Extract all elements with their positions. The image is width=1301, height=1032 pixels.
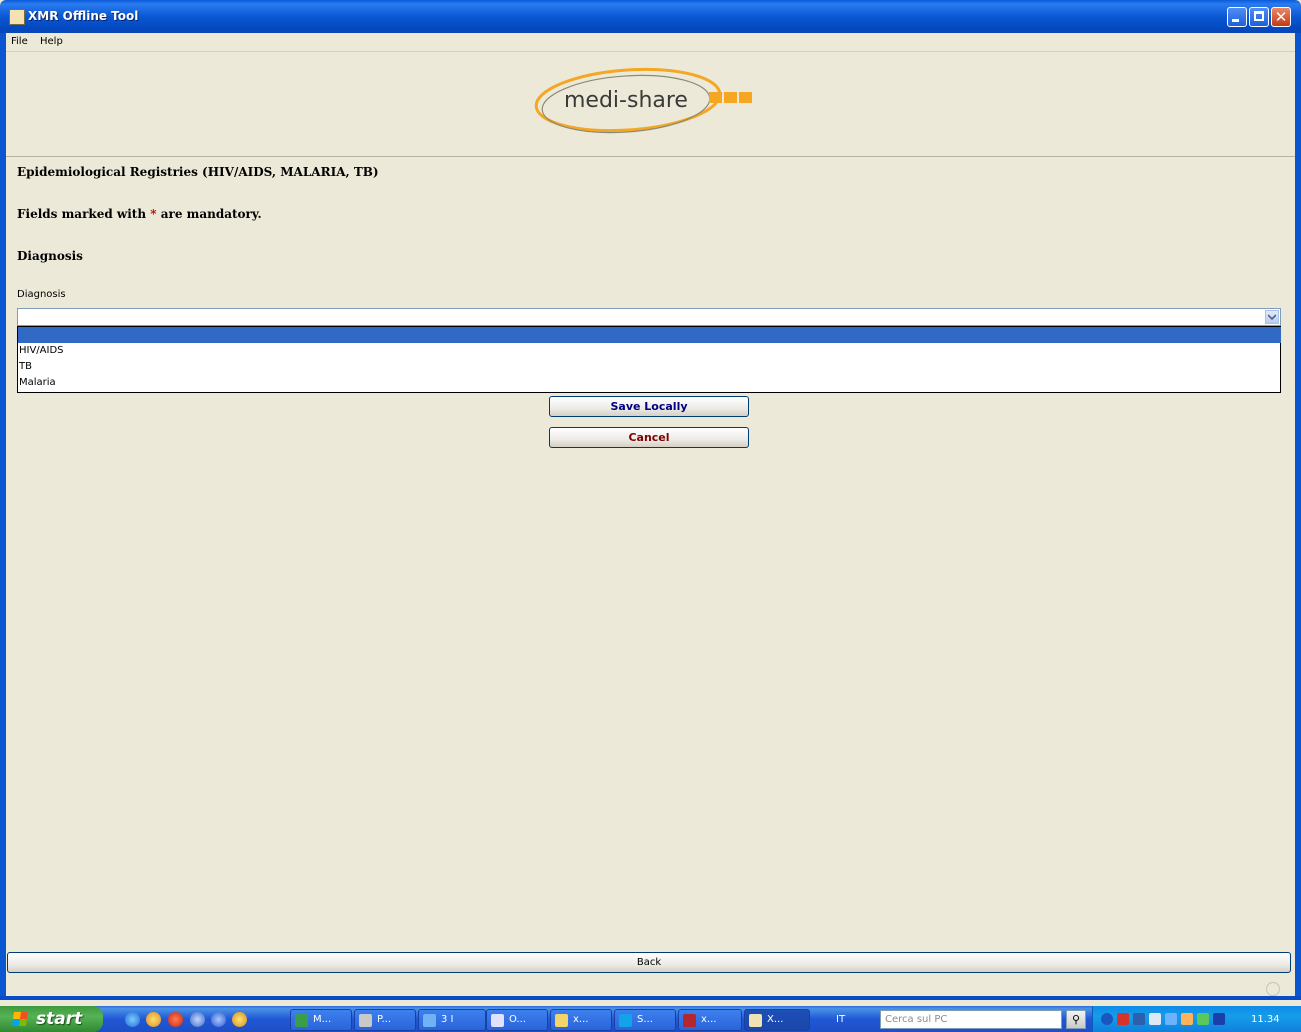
minimize-icon (1232, 19, 1239, 22)
menu-bar: File Help (6, 33, 1295, 52)
window-frame-bottom (0, 996, 1301, 1000)
required-star: * (150, 207, 157, 221)
option-hiv-aids[interactable]: HIV/AIDS (18, 343, 1281, 359)
media-player-icon[interactable] (232, 1012, 247, 1027)
mandatory-prefix: Fields marked with (17, 207, 147, 221)
diagnosis-label: Diagnosis (17, 289, 66, 300)
taskbar-item-7[interactable]: x... (678, 1009, 742, 1031)
option-tb[interactable]: TB (18, 359, 1281, 375)
taskbar-item-3[interactable]: 3 I (418, 1009, 486, 1031)
language-indicator[interactable]: IT (836, 1014, 845, 1025)
desktop-search-input[interactable]: Cerca sul PC (880, 1010, 1062, 1029)
logo-text: medi-share (564, 88, 688, 113)
form-panel: Epidemiological Registries (HIV/AIDS, MA… (6, 157, 1295, 949)
outlook-icon (491, 1014, 504, 1027)
security-icon[interactable] (1197, 1013, 1209, 1025)
ie-window-icon (423, 1014, 436, 1027)
maximize-icon (1254, 11, 1264, 21)
java-app-icon (9, 9, 25, 25)
folder-icon (555, 1014, 568, 1027)
start-label: start (36, 1009, 83, 1029)
tray-icon[interactable] (1117, 1013, 1129, 1025)
medi-share-logo: medi-share (534, 67, 752, 134)
windows-logo-icon (12, 1012, 28, 1026)
taskbar-item-4[interactable]: O... (486, 1009, 548, 1031)
close-button[interactable]: ✕ (1271, 7, 1291, 27)
skype-icon (619, 1014, 632, 1027)
taskbar-item-8-active[interactable]: X... (744, 1009, 810, 1031)
tray-icon[interactable] (1165, 1013, 1177, 1025)
window-title-bar[interactable]: XMR Offline Tool ✕ (0, 0, 1301, 33)
form-heading: Epidemiological Registries (HIV/AIDS, MA… (17, 165, 379, 179)
close-icon: ✕ (1274, 8, 1288, 26)
option-empty[interactable] (18, 327, 1281, 343)
minimize-button[interactable] (1227, 7, 1247, 27)
tray-icon[interactable] (1181, 1013, 1193, 1025)
window-title: XMR Offline Tool (28, 9, 139, 23)
volume-icon[interactable] (1149, 1013, 1161, 1025)
search-icon[interactable]: ⚲ (1066, 1010, 1086, 1029)
back-button[interactable]: Back (7, 952, 1291, 973)
status-area (6, 974, 1295, 996)
taskbar-item-6[interactable]: S... (614, 1009, 676, 1031)
java-app-icon (749, 1014, 762, 1027)
option-malaria[interactable]: Malaria (18, 375, 1281, 391)
menu-help[interactable]: Help (40, 36, 63, 47)
firefox-icon[interactable] (190, 1012, 205, 1027)
acrobat-icon[interactable] (168, 1012, 183, 1027)
bluetooth-icon[interactable] (1213, 1013, 1225, 1025)
section-title-diagnosis: Diagnosis (17, 249, 83, 263)
app-icon (295, 1014, 308, 1027)
diagnosis-dropdown-list: HIV/AIDS TB Malaria (17, 326, 1281, 393)
taskbar-item-1[interactable]: M... (290, 1009, 352, 1031)
app-icon (359, 1014, 372, 1027)
chevron-down-icon (1268, 314, 1276, 320)
help-icon[interactable] (211, 1012, 226, 1027)
window-frame-right (1295, 33, 1301, 998)
archive-icon (683, 1014, 696, 1027)
mandatory-suffix: are mandatory. (160, 207, 262, 221)
maximize-button[interactable] (1249, 7, 1269, 27)
start-button[interactable]: start (0, 1006, 103, 1032)
busy-indicator-icon (1266, 982, 1280, 996)
ie-icon[interactable] (125, 1012, 140, 1027)
diagnosis-select[interactable] (17, 308, 1281, 326)
menu-file[interactable]: File (11, 36, 28, 47)
save-locally-button[interactable]: Save Locally (549, 396, 749, 417)
cancel-button[interactable]: Cancel (549, 427, 749, 448)
mandatory-note: Fields marked with * are mandatory. (17, 207, 262, 221)
chrome-icon[interactable] (146, 1012, 161, 1027)
taskbar-item-5[interactable]: x... (550, 1009, 612, 1031)
dropdown-arrow-button[interactable] (1265, 310, 1279, 324)
taskbar-item-2[interactable]: P... (354, 1009, 416, 1031)
tray-collapse-icon[interactable] (1101, 1013, 1113, 1025)
network-icon[interactable] (1133, 1013, 1145, 1025)
clock: 11.34 (1251, 1014, 1280, 1025)
